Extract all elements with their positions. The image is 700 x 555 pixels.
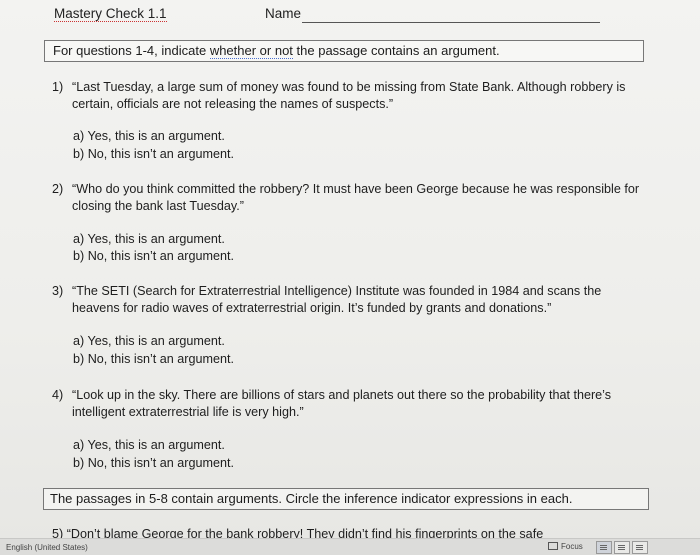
document-title: Mastery Check 1.1: [54, 6, 167, 22]
question-2-choice-a: a) Yes, this is an argument.: [73, 232, 225, 246]
document-page: Mastery Check 1.1 Name For questions 1-4…: [0, 0, 700, 540]
language-indicator[interactable]: English (United States): [6, 543, 88, 552]
question-number: 4): [52, 388, 64, 402]
question-text: “Look up in the sky. There are billions …: [72, 388, 612, 419]
name-label: Name: [265, 6, 302, 21]
question-4-choice-b: b) No, this isn’t an argument.: [73, 456, 234, 470]
question-3-choice-a: a) Yes, this is an argument.: [73, 334, 225, 348]
question-2-choice-b: b) No, this isn’t an argument.: [73, 249, 234, 263]
spellcheck-word: Mastery Check 1.1: [54, 6, 167, 22]
focus-button[interactable]: Focus: [548, 542, 583, 551]
question-3-choice-b: b) No, this isn’t an argument.: [73, 352, 234, 366]
name-blank-line[interactable]: [302, 22, 600, 23]
question-1-choice-b: b) No, this isn’t an argument.: [73, 147, 234, 161]
question-2: 2) “Who do you think committed the robber…: [52, 181, 642, 215]
read-mode-view-button[interactable]: [632, 541, 648, 554]
status-bar: English (United States) Focus: [0, 538, 700, 555]
question-text: “Who do you think committed the robbery?…: [72, 182, 640, 213]
focus-icon: [548, 542, 558, 550]
question-text: “The SETI (Search for Extraterrestrial I…: [72, 284, 602, 315]
instruction-1-highlight: whether or not: [209, 43, 293, 59]
instruction-1-prefix: For questions 1-4, indicate: [53, 43, 210, 58]
question-text: “Last Tuesday, a large sum of money was …: [72, 80, 626, 111]
instruction-box-2: The passages in 5-8 contain arguments. C…: [43, 488, 649, 510]
instruction-1-suffix: the passage contains an argument.: [292, 43, 500, 58]
question-4-choice-a: a) Yes, this is an argument.: [73, 438, 225, 452]
question-4: 4) “Look up in the sky. There are billion…: [52, 387, 642, 421]
question-1-choice-a: a) Yes, this is an argument.: [73, 129, 225, 143]
instruction-box-1: For questions 1-4, indicate whether or n…: [44, 40, 644, 62]
question-number: 1): [52, 80, 64, 94]
web-layout-view-button[interactable]: [614, 541, 630, 554]
question-1: 1) “Last Tuesday, a large sum of money wa…: [52, 79, 642, 113]
question-number: 2): [52, 182, 64, 196]
focus-label: Focus: [561, 542, 583, 551]
question-number: 3): [52, 284, 64, 298]
question-3: 3) “The SETI (Search for Extraterrestrial…: [52, 283, 642, 317]
print-layout-view-button[interactable]: [596, 541, 612, 554]
